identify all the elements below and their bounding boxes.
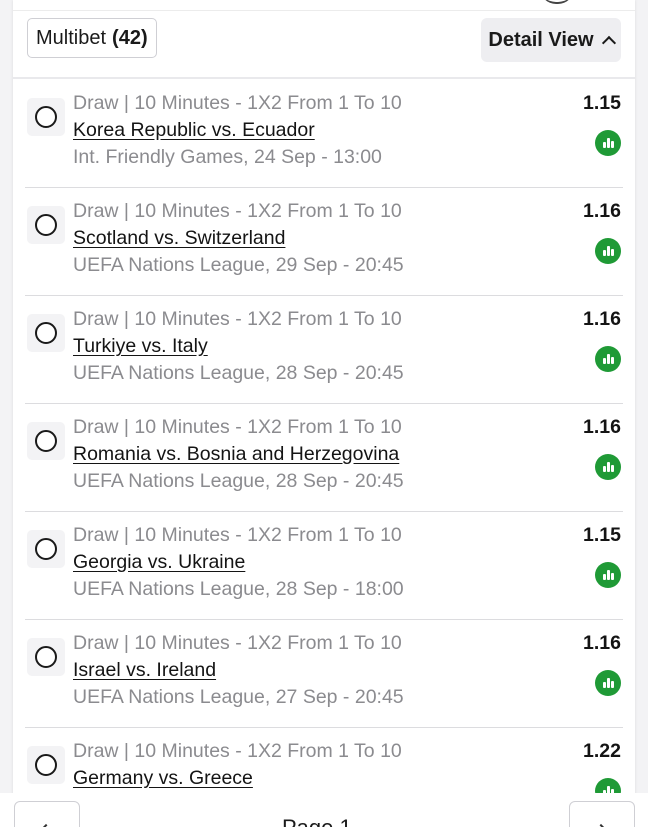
page-label: Page 1 <box>282 815 352 827</box>
multibet-label: Multibet <box>36 26 107 49</box>
select-radio[interactable] <box>27 530 65 568</box>
pagination-bar: Page 1 <box>0 793 648 827</box>
radio-circle-icon <box>35 646 57 668</box>
bet-odds: 1.16 <box>583 200 621 222</box>
bet-row: Draw | 10 Minutes - 1X2 From 1 To 10 Tur… <box>13 296 635 404</box>
bet-event: UEFA Nations League, 28 Sep - 20:45 <box>73 362 404 384</box>
bet-event: UEFA Nations League, 28 Sep - 18:00 <box>73 578 404 600</box>
select-radio[interactable] <box>27 422 65 460</box>
chevron-up-icon <box>601 35 616 50</box>
multibet-count: (42) <box>112 26 148 49</box>
bet-row: Draw | 10 Minutes - 1X2 From 1 To 10 Isr… <box>13 620 635 728</box>
detail-view-toggle[interactable]: Detail View <box>481 18 621 62</box>
multibet-page: Multibet (42) Detail View Draw | 10 Minu… <box>0 0 648 827</box>
stats-icon[interactable] <box>595 346 621 372</box>
bet-row: Draw | 10 Minutes - 1X2 From 1 To 10 Sco… <box>13 188 635 296</box>
multibet-button[interactable]: Multibet (42) <box>27 18 157 58</box>
bet-market: Draw | 10 Minutes - 1X2 From 1 To 10 <box>73 740 402 762</box>
bet-row: Draw | 10 Minutes - 1X2 From 1 To 10 Kor… <box>13 80 635 188</box>
bet-event: Int. Friendly Games, 24 Sep - 13:00 <box>73 146 382 168</box>
radio-circle-icon <box>35 106 57 128</box>
bet-market: Draw | 10 Minutes - 1X2 From 1 To 10 <box>73 632 402 654</box>
bet-match-link[interactable]: Georgia vs. Ukraine <box>73 551 245 574</box>
radio-circle-icon <box>35 754 57 776</box>
select-radio[interactable] <box>27 98 65 136</box>
bet-row: Draw | 10 Minutes - 1X2 From 1 To 10 Geo… <box>13 512 635 620</box>
bet-match-link[interactable]: Korea Republic vs. Ecuador <box>73 119 315 142</box>
bet-market: Draw | 10 Minutes - 1X2 From 1 To 10 <box>73 416 402 438</box>
stats-icon[interactable] <box>595 454 621 480</box>
select-radio[interactable] <box>27 746 65 784</box>
bet-odds: 1.15 <box>583 92 621 114</box>
bet-odds: 1.15 <box>583 524 621 546</box>
bet-event: UEFA Nations League, 27 Sep - 20:45 <box>73 686 404 708</box>
detail-view-label: Detail View <box>488 28 594 51</box>
bet-match-link[interactable]: Scotland vs. Switzerland <box>73 227 285 250</box>
bet-row: Draw | 10 Minutes - 1X2 From 1 To 10 Rom… <box>13 404 635 512</box>
bet-odds: 1.22 <box>583 740 621 762</box>
bet-event: UEFA Nations League, 29 Sep - 20:45 <box>73 254 404 276</box>
radio-circle-icon <box>35 538 57 560</box>
header: Multibet (42) Detail View <box>0 0 648 80</box>
bet-odds: 1.16 <box>583 416 621 438</box>
bet-match-link[interactable]: Romania vs. Bosnia and Herzegovina <box>73 443 399 466</box>
radio-circle-icon <box>35 322 57 344</box>
select-radio[interactable] <box>27 206 65 244</box>
next-page-button[interactable] <box>569 801 635 827</box>
bet-market: Draw | 10 Minutes - 1X2 From 1 To 10 <box>73 92 402 114</box>
stats-icon[interactable] <box>595 130 621 156</box>
bet-event: UEFA Nations League, 28 Sep - 20:45 <box>73 470 404 492</box>
bet-odds: 1.16 <box>583 632 621 654</box>
bet-match-link[interactable]: Germany vs. Greece <box>73 767 253 790</box>
radio-circle-icon <box>35 430 57 452</box>
bet-market: Draw | 10 Minutes - 1X2 From 1 To 10 <box>73 308 402 330</box>
bet-market: Draw | 10 Minutes - 1X2 From 1 To 10 <box>73 524 402 546</box>
stats-icon[interactable] <box>595 238 621 264</box>
stats-icon[interactable] <box>595 562 621 588</box>
select-radio[interactable] <box>27 314 65 352</box>
bet-market: Draw | 10 Minutes - 1X2 From 1 To 10 <box>73 200 402 222</box>
radio-circle-icon <box>35 214 57 236</box>
previous-page-button[interactable] <box>14 801 80 827</box>
header-divider <box>13 77 635 79</box>
bet-match-link[interactable]: Turkiye vs. Italy <box>73 335 208 358</box>
stats-icon[interactable] <box>595 670 621 696</box>
bet-odds: 1.16 <box>583 308 621 330</box>
select-radio[interactable] <box>27 638 65 676</box>
bet-match-link[interactable]: Israel vs. Ireland <box>73 659 216 682</box>
